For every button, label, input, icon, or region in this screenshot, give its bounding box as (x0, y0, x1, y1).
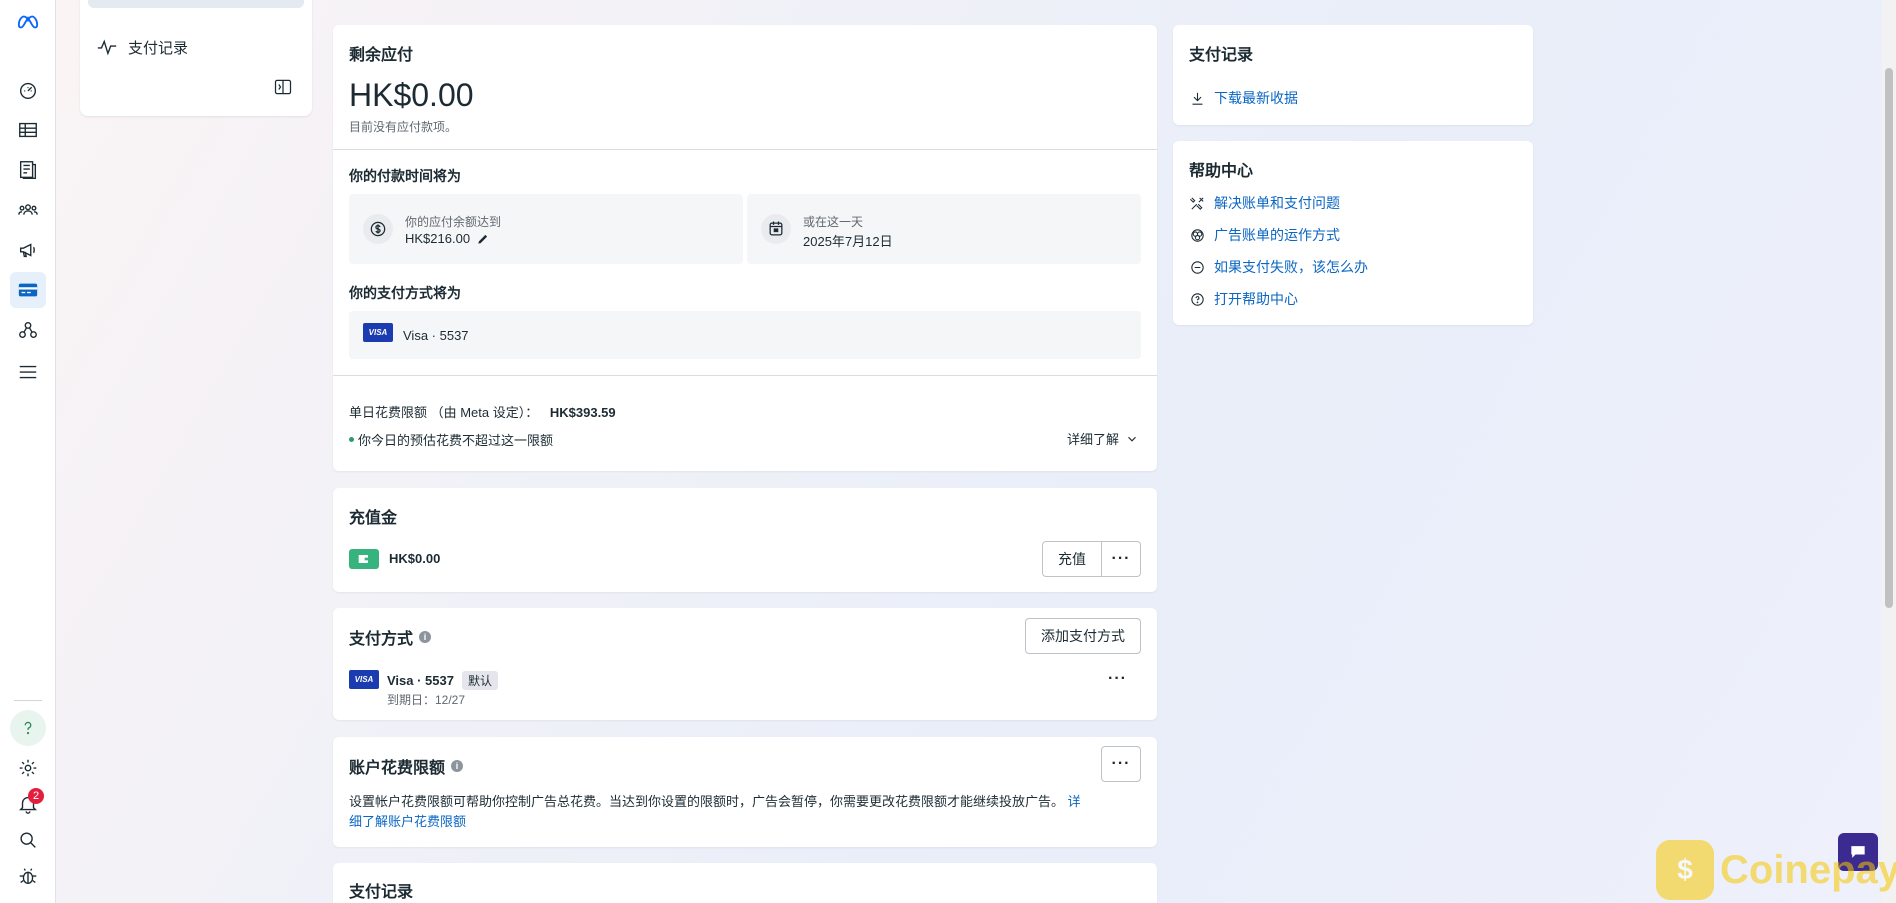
dashboard-icon[interactable] (10, 72, 46, 108)
learn-more-label: 详细了解 (1066, 432, 1119, 447)
bug-report-icon[interactable] (10, 858, 46, 894)
notifications-bell-icon[interactable]: 2 (10, 786, 46, 822)
payment-method-value: Visa · 5537 (403, 328, 469, 343)
divider (333, 149, 1157, 150)
dollar-icon (363, 214, 393, 244)
megaphone-icon[interactable] (10, 232, 46, 268)
payment-time-title: 你的付款时间将为 (349, 168, 461, 184)
payment-method-title: 你的支付方式将为 (349, 285, 461, 301)
status-dot (349, 437, 354, 442)
help-link-how-billing-works[interactable]: 广告账单的运作方式 (1214, 225, 1340, 245)
help-link-row[interactable]: 如果支付失败，该怎么办 (1189, 257, 1368, 277)
info-icon[interactable]: i (419, 631, 432, 643)
spend-limit-title: 账户花费限额 (349, 760, 446, 777)
card-more-button[interactable]: ··· (1108, 670, 1127, 688)
audience-icon[interactable] (10, 192, 46, 228)
submenu-selected-item[interactable] (88, 0, 304, 8)
remaining-due-amount: HK$0.00 (349, 77, 474, 113)
download-icon (1192, 92, 1203, 105)
help-center-card: 帮助中心 解决账单和支付问题 广告账单的运作方式 如果支付失败，该怎么办 打开帮… (1173, 141, 1533, 325)
learn-more-toggle[interactable]: 详细了解 (1067, 429, 1139, 448)
default-badge: 默认 (461, 671, 498, 690)
spend-limit-learn-more-link-cont[interactable]: 细了解账户花费限额 (349, 814, 466, 829)
payment-methods-title: 支付方式 (349, 631, 414, 648)
rail-divider (14, 700, 42, 701)
threshold-label: 你的应付余额达到 (405, 215, 502, 229)
tools-icon (1190, 196, 1204, 210)
payment-methods-card: 支付方式 i 添加支付方式 VISA Visa · 5537 默认 到期日：12… (333, 608, 1157, 720)
billing-submenu: 支付记录 (80, 0, 312, 116)
chevron-down-icon (1128, 436, 1136, 442)
search-icon[interactable] (10, 822, 46, 858)
payment-history-card: 支付记录 (333, 863, 1157, 903)
prepaid-amount: HK$0.00 (389, 551, 441, 566)
scrollbar-thumb[interactable] (1885, 68, 1893, 608)
prepaid-more-button[interactable]: ··· (1101, 541, 1141, 577)
payment-history-title: 支付记录 (349, 884, 414, 901)
activity-icon (97, 39, 117, 56)
prepaid-funds-card: 充值金 HK$0.00 充值 ··· (333, 488, 1157, 592)
remaining-due-title: 剩余应付 (349, 47, 414, 64)
prepaid-title: 充值金 (349, 510, 398, 527)
submenu-item-payment-history[interactable]: 支付记录 (96, 32, 188, 62)
billing-cycle-icon (1191, 228, 1204, 242)
daily-limit-label: 单日花费限额 （由 Meta 设定）： (349, 405, 539, 420)
top-up-button[interactable]: 充值 (1042, 541, 1102, 577)
daily-limit-value: HK$393.59 (549, 405, 616, 420)
card-expiry: 到期日：12/27 (387, 693, 466, 707)
menu-icon[interactable] (10, 354, 46, 390)
help-link-billing-issues[interactable]: 解决账单和支付问题 (1214, 193, 1340, 213)
threshold-value: HK$216.00 (405, 231, 471, 246)
question-circle-icon (1191, 292, 1204, 306)
minus-circle-icon (1191, 260, 1204, 274)
remaining-due-card: 剩余应付 HK$0.00 目前没有应付款项。 你的付款时间将为 你的应付余额达到… (333, 25, 1157, 471)
help-icon[interactable] (10, 710, 46, 746)
coinepay-watermark: $ Coinepay (1656, 840, 1896, 900)
help-center-title: 帮助中心 (1189, 163, 1254, 180)
catalog-icon[interactable] (10, 152, 46, 188)
notification-count-badge: 2 (28, 788, 44, 804)
download-receipt-link[interactable]: 下载最新收据 (1214, 88, 1298, 108)
spend-limit-learn-more-link[interactable]: 详 (1068, 794, 1081, 809)
help-link-row[interactable]: 打开帮助中心 (1189, 289, 1298, 309)
help-link-payment-failed[interactable]: 如果支付失败，该怎么办 (1214, 257, 1368, 277)
settings-gear-icon[interactable] (10, 750, 46, 786)
account-spend-limit-card: 账户花费限额 i ··· 设置帐户花费限额可帮助你控制广告总花费。当达到你设置的… (333, 737, 1157, 847)
payment-method-box: VISA Visa · 5537 (349, 311, 1141, 359)
wallet-icon (349, 549, 379, 569)
visa-card-icon: VISA (349, 670, 379, 689)
daily-limit-status: 你今日的预估花费不超过这一限额 (358, 433, 554, 448)
right-payment-history-card: 支付记录 下载最新收据 (1173, 25, 1533, 125)
business-assets-icon[interactable] (10, 312, 46, 348)
spend-limit-more-button[interactable]: ··· (1101, 746, 1141, 782)
watermark-text: Coinepay (1720, 847, 1896, 892)
spend-limit-description: 设置帐户花费限额可帮助你控制广告总花费。当达到你设置的限额时，广告会暂停，你需要… (349, 794, 1065, 809)
collapse-panel-icon[interactable] (272, 76, 294, 98)
date-box: 或在这一天 2025年7月12日 (747, 194, 1141, 264)
meta-logo-icon[interactable] (10, 4, 46, 40)
date-label: 或在这一天 (803, 215, 864, 229)
submenu-item-label: 支付记录 (128, 39, 189, 57)
card-name: Visa · 5537 (387, 673, 454, 688)
date-value: 2025年7月12日 (803, 234, 893, 249)
help-link-open-help-center[interactable]: 打开帮助中心 (1214, 289, 1298, 309)
remaining-due-note: 目前没有应付款项。 (349, 120, 458, 134)
help-link-row[interactable]: 广告账单的运作方式 (1189, 225, 1340, 245)
nav-rail: 2 (0, 0, 56, 903)
visa-card-icon: VISA (363, 323, 393, 342)
add-payment-method-button[interactable]: 添加支付方式 (1025, 618, 1141, 654)
right-history-title: 支付记录 (1189, 47, 1254, 64)
help-link-row[interactable]: 解决账单和支付问题 (1189, 193, 1340, 213)
table-icon[interactable] (10, 112, 46, 148)
money-bag-icon: $ (1656, 840, 1714, 900)
info-icon[interactable]: i (451, 760, 464, 772)
calendar-icon (761, 214, 791, 244)
page-scrollbar[interactable] (1882, 0, 1896, 903)
divider (333, 375, 1157, 376)
billing-card-icon[interactable] (10, 272, 46, 308)
download-receipt-row[interactable]: 下载最新收据 (1189, 88, 1298, 108)
threshold-box: 你的应付余额达到 HK$216.00 (349, 194, 743, 264)
edit-pencil-icon[interactable] (476, 232, 490, 246)
